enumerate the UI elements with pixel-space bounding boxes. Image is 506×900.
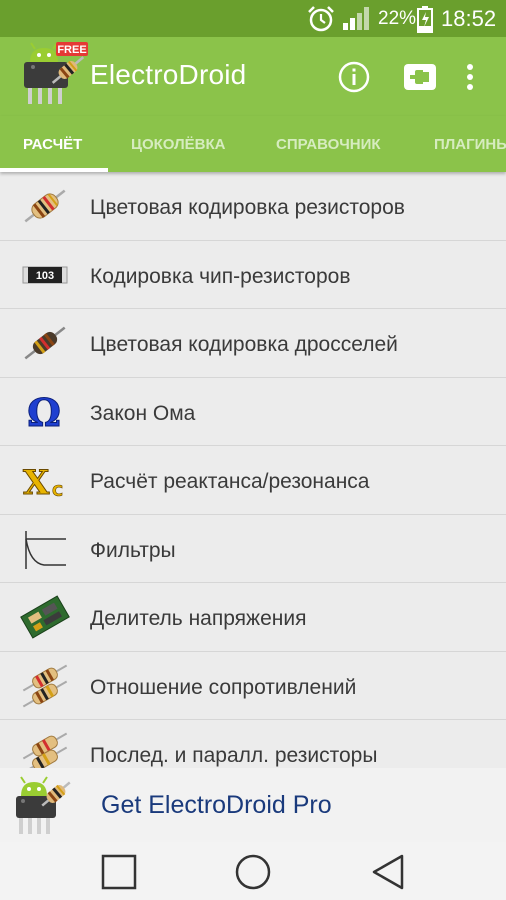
recents-button[interactable] [99,852,139,892]
list-item-smd-resistor-code[interactable]: 103 Кодировка чип-резисторов [0,241,506,309]
list-item-label: Фильтры [90,538,176,562]
tab-plugins[interactable]: ПЛАГИНЫ [434,136,506,153]
filter-curve-icon [25,530,66,569]
inductor-icon [24,326,66,360]
clock: 18:52 [441,6,497,31]
recents-icon [101,854,137,890]
reactance-x-glyph: X [23,463,50,502]
system-navigation-bar [0,842,506,900]
list-item-voltage-divider[interactable]: Делитель напряжения [0,583,506,652]
list-item-label: Кодировка чип-резисторов [90,264,351,288]
reactance-c-glyph: C [52,482,63,500]
info-button[interactable] [334,57,374,97]
more-vert-icon [467,64,473,90]
info-icon [338,61,370,93]
back-button[interactable] [368,852,408,892]
electrodroid-logo-icon [16,776,71,834]
list-item-resistor-ratio[interactable]: Отношение сопротивлений [0,652,506,720]
tab-pinouts[interactable]: ЦОКОЛЁВКА [131,136,225,153]
home-icon [235,854,271,890]
battery-charging-icon [417,6,433,33]
resistor-pair-icon [22,664,68,707]
list-item-label: Послед. и паралл. резисторы [90,744,378,767]
list-item-ohms-law[interactable]: Ω Закон Ома [0,378,506,446]
get-pro-banner[interactable]: Get ElectroDroid Pro [0,768,506,842]
list-item-label: Цветовая кодировка дросселей [90,333,398,356]
electrodroid-logo-icon: FREE [24,42,88,104]
signal-icon [343,7,369,30]
logo-badge-text: FREE [57,44,86,56]
tab-indicator [0,168,108,172]
battery-percent: 22% [378,8,417,29]
get-pro-text: Get ElectroDroid Pro [101,791,332,819]
app-bar: FREE ElectroDroid [0,37,506,116]
home-button[interactable] [233,852,273,892]
calculator-list: Цветовая кодировка резисторов 103 Кодиро… [0,172,506,768]
list-item-filters[interactable]: Фильтры [0,515,506,583]
back-icon [372,854,404,890]
circuit-board-icon [20,595,70,639]
more-options-button[interactable] [452,57,488,97]
alarm-icon [308,6,334,32]
list-item-label: Закон Ома [90,401,196,425]
plugin-button[interactable] [400,57,440,97]
list-item-label: Отношение сопротивлений [90,675,357,699]
chip-resistor-icon: 103 [22,266,68,283]
reactance-icon: X C [23,463,64,503]
chip-code-text: 103 [36,270,54,282]
plugin-icon [404,64,436,90]
status-bar: 22% 18:52 [0,0,506,37]
tab-calculations[interactable]: РАСЧЁТ [23,136,82,153]
omega-glyph: Ω [27,390,61,434]
list-item-label: Расчёт реактанса/резонанса [90,470,370,493]
resistor-network-icon [22,732,68,768]
resistor-icon [24,189,66,223]
omega-icon: Ω [27,390,62,434]
list-item-reactance[interactable]: X C Расчёт реактанса/резонанса [0,446,506,515]
list-item-series-parallel-resistors[interactable]: Послед. и паралл. резисторы [0,720,506,768]
list-item-label: Делитель напряжения [90,607,307,630]
list-item-inductor-color-code[interactable]: Цветовая кодировка дросселей [0,309,506,378]
list-item-label: Цветовая кодировка резисторов [90,196,405,219]
tab-bar: РАСЧЁТ ЦОКОЛЁВКА СПРАВОЧНИК ПЛАГИНЫ [0,116,506,172]
tab-reference[interactable]: СПРАВОЧНИК [276,136,381,153]
list-item-resistor-color-code[interactable]: Цветовая кодировка резисторов [0,172,506,241]
app-title: ElectroDroid [90,59,247,90]
